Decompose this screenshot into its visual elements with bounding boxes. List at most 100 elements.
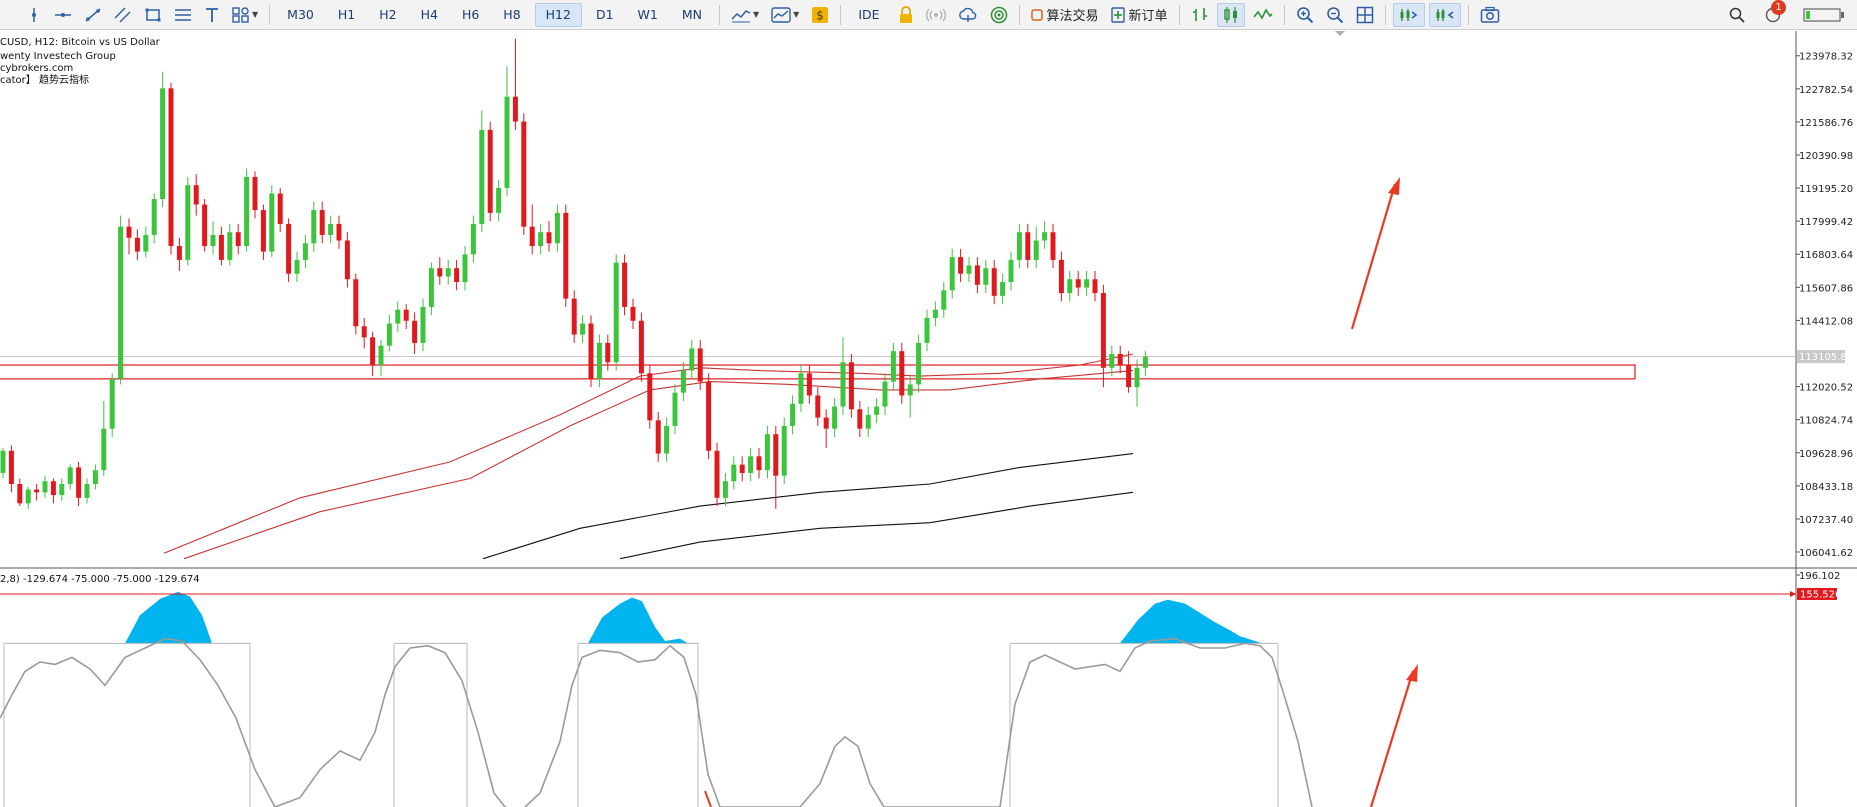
- candle-body: [512, 96, 518, 122]
- chart-type-button[interactable]: ▼: [727, 3, 763, 27]
- zoom-in-button[interactable]: [1292, 3, 1318, 27]
- candle: [638, 312, 644, 382]
- market-button[interactable]: $: [807, 3, 833, 27]
- text-icon: [206, 7, 218, 22]
- notifications-button[interactable]: 1: [1761, 0, 1786, 27]
- candle-body: [8, 450, 14, 484]
- horizontal-line-tool-button[interactable]: [50, 3, 76, 27]
- candle-body: [798, 373, 804, 404]
- market-icon: $: [812, 6, 829, 23]
- price-tick-label: 108433.18: [1799, 482, 1853, 493]
- screenshot-button[interactable]: [1476, 3, 1504, 27]
- chart-broker-info: wenty Investech Group: [0, 51, 116, 62]
- fibonacci-tool-button[interactable]: [170, 3, 196, 27]
- candle-body: [756, 456, 762, 471]
- shapes-menu-button[interactable]: ▼: [228, 3, 262, 27]
- timeframe-label: H6: [461, 7, 480, 22]
- timeframe-mn-button[interactable]: MN: [672, 3, 712, 27]
- toolbar-divider: [1384, 4, 1386, 25]
- timeframe-h6-button[interactable]: H6: [452, 3, 489, 27]
- algo-trading-button[interactable]: 算法交易: [1027, 3, 1103, 27]
- indicator-level[interactable]: 155.526: [0, 587, 1841, 601]
- zoom-out-button[interactable]: [1322, 3, 1348, 27]
- text-tool-button[interactable]: [200, 3, 224, 27]
- price-axis: 123978.32 122782.54 121586.76 120390.98 1191…: [1796, 52, 1853, 559]
- template-button[interactable]: ▼: [767, 3, 803, 27]
- new-order-label: 新订单: [1128, 9, 1168, 24]
- timeframe-label: H8: [503, 7, 521, 22]
- candle: [714, 442, 720, 507]
- candle-body: [328, 223, 334, 235]
- bar-chart-button[interactable]: [1187, 3, 1213, 27]
- screenshot-icon: [1480, 6, 1499, 23]
- candle: [168, 82, 174, 255]
- candle-body: [622, 262, 628, 307]
- candle-body: [1016, 232, 1022, 260]
- timeframe-h12-button[interactable]: H12: [534, 2, 582, 27]
- timeframe-h4-button[interactable]: H4: [411, 3, 448, 27]
- candle: [613, 254, 619, 371]
- template-icon: [771, 6, 791, 23]
- candle-body: [832, 406, 838, 429]
- candle-body: [101, 428, 107, 471]
- channel-tool-button[interactable]: [110, 3, 136, 27]
- lock-button[interactable]: [894, 3, 918, 27]
- chart-shift-button[interactable]: [1428, 2, 1461, 27]
- candle-body: [991, 268, 997, 296]
- candle-body: [563, 212, 569, 299]
- timeframe-h1-button[interactable]: H1: [328, 3, 365, 27]
- candle-body: [680, 370, 686, 393]
- timeframe-h2-button[interactable]: H2: [369, 3, 406, 27]
- zoom-out-icon: [1326, 6, 1343, 23]
- new-order-button[interactable]: 新订单: [1107, 3, 1172, 27]
- indicator-axis-top: 196.102: [1799, 571, 1840, 582]
- rectangle-tool-button[interactable]: [140, 3, 166, 27]
- timeframe-h8-button[interactable]: H8: [493, 3, 530, 27]
- trend-arrow-indicator[interactable]: [1369, 664, 1418, 807]
- candle-body: [571, 298, 577, 335]
- timeframe-d1-button[interactable]: D1: [586, 3, 624, 27]
- candle-body: [706, 381, 712, 451]
- candle-body: [59, 483, 65, 496]
- candle-body: [546, 232, 552, 244]
- grid-button[interactable]: [1352, 3, 1378, 27]
- candle-body: [294, 259, 300, 274]
- trend-line-tool-button[interactable]: [80, 3, 106, 27]
- candle: [286, 218, 292, 283]
- candlestick-chart-button[interactable]: [1216, 2, 1245, 27]
- candle-body: [907, 384, 913, 396]
- chart-window[interactable]: CUSD, H12: Bitcoin vs US Dollar wenty In…: [0, 31, 1857, 807]
- timeframe-m30-button[interactable]: M30: [277, 3, 324, 27]
- trading-terminal: ▼ M30 H1 H2 H4 H6 H8 H12 D1 W1 MN ▼ ▼ $ IDE: [0, 0, 1857, 807]
- candle: [622, 254, 628, 316]
- candle-body: [1084, 279, 1090, 288]
- line-chart-button[interactable]: [1249, 3, 1277, 27]
- candle-body: [244, 176, 250, 247]
- candle-body: [941, 290, 947, 310]
- signal-button[interactable]: [922, 3, 950, 27]
- candle: [269, 185, 275, 258]
- price-tick-label: 116803.64: [1799, 250, 1853, 261]
- search-button[interactable]: [1725, 3, 1749, 27]
- vertical-line-tool-button[interactable]: [22, 3, 46, 27]
- timeframe-w1-button[interactable]: W1: [628, 3, 668, 27]
- candle-body: [403, 309, 409, 321]
- candle-body: [1100, 293, 1106, 368]
- vps-button[interactable]: [986, 3, 1012, 27]
- candle-body: [538, 232, 544, 247]
- candle-body: [479, 129, 485, 224]
- candle: [588, 315, 594, 388]
- rectangle-icon: [145, 8, 161, 21]
- candle: [160, 71, 166, 208]
- autoscroll-button[interactable]: [1392, 2, 1425, 27]
- current-price-tag: 113105.86: [1797, 350, 1853, 364]
- candle-body: [126, 226, 132, 238]
- candle-body: [638, 320, 644, 374]
- candle: [244, 168, 250, 252]
- timeframe-label: H1: [337, 7, 356, 22]
- candle-body: [269, 193, 275, 252]
- candle-body: [790, 403, 796, 426]
- candle-body: [848, 362, 854, 410]
- ide-button[interactable]: IDE: [848, 3, 889, 27]
- cloud-button[interactable]: [954, 3, 982, 27]
